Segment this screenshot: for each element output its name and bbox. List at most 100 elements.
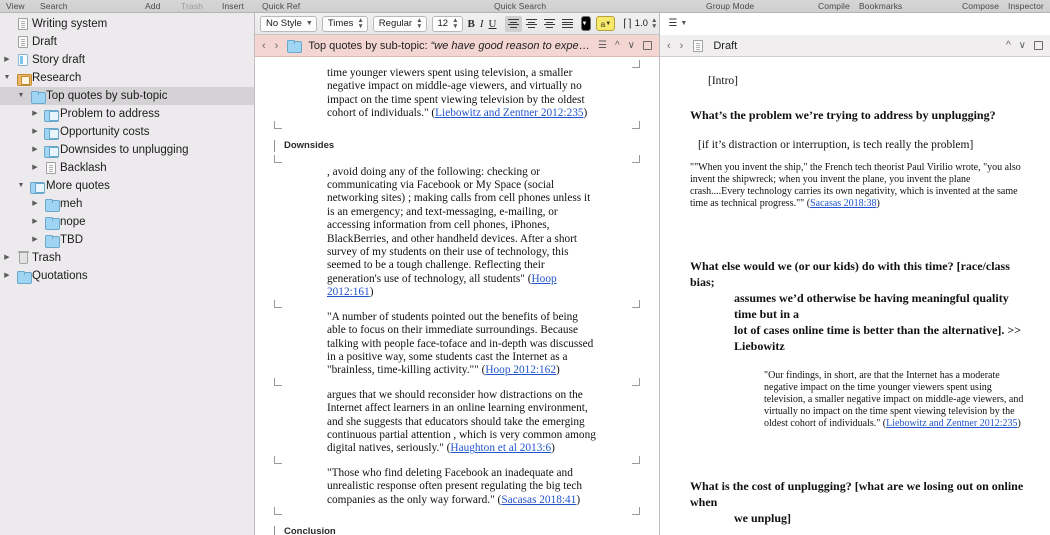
disclosure-collapsed-icon[interactable]: ▶ bbox=[28, 195, 42, 213]
toolbar-item-search[interactable]: Search bbox=[40, 0, 68, 13]
binder-item-tbd[interactable]: ▶ TBD bbox=[0, 231, 254, 249]
heading-what-else-l3: lot of cases online time is better than … bbox=[734, 323, 1022, 353]
disclosure-collapsed-icon[interactable]: ▶ bbox=[28, 159, 42, 177]
font-size-value: 12 bbox=[437, 18, 449, 29]
forward-icon[interactable]: › bbox=[275, 40, 279, 52]
toolbar-item-insert[interactable]: Insert bbox=[222, 0, 244, 13]
citation-link-sacasas-2018-38[interactable]: Sacasas 2018:38 bbox=[810, 198, 876, 209]
paragraph-style-value: No Style bbox=[266, 18, 302, 29]
quote-paragraph[interactable]: "Those who find deleting Facebook an ina… bbox=[269, 467, 645, 507]
disclosure-collapsed-icon: ▶ bbox=[0, 33, 14, 51]
binder-item-label: Opportunity costs bbox=[60, 126, 150, 138]
disclosure-collapsed-icon[interactable]: ▶ bbox=[28, 141, 42, 159]
chevron-down-icon[interactable]: ∨ bbox=[1019, 40, 1026, 51]
heading-cost-l2: we unplug] bbox=[734, 511, 792, 525]
citation-link[interactable]: Sacasas 2018:41 bbox=[501, 494, 576, 506]
underline-button[interactable]: U bbox=[489, 16, 497, 32]
disclosure-collapsed-icon[interactable]: ▶ bbox=[28, 213, 42, 231]
binder-item-more-quotes[interactable]: ▼ More quotes bbox=[0, 177, 254, 195]
quote-tail: ) bbox=[583, 107, 588, 120]
binder-item-writing-system[interactable]: ▶ Writing system bbox=[0, 15, 254, 33]
toolbar-item-trash: Trash bbox=[181, 0, 203, 11]
right-editor-canvas[interactable]: [Intro] What’s the problem we’re trying … bbox=[660, 57, 1050, 535]
toolbar-item-compile[interactable]: Compile bbox=[818, 0, 850, 13]
disclosure-collapsed-icon[interactable]: ▶ bbox=[0, 249, 14, 267]
quote-tail: ) bbox=[369, 286, 374, 299]
split-view-icon[interactable] bbox=[1034, 41, 1043, 50]
binder-item-quotations[interactable]: ▶ Quotations bbox=[0, 267, 254, 285]
italic-button[interactable]: I bbox=[480, 16, 484, 32]
font-family-dropdown[interactable]: Times ▲ ▼ bbox=[321, 15, 368, 32]
split-view-icon[interactable] bbox=[643, 41, 652, 50]
toolbar-item-group-mode[interactable]: Group Mode bbox=[706, 0, 754, 13]
align-center-button[interactable] bbox=[523, 16, 540, 32]
chevron-up-icon[interactable]: ^ bbox=[1006, 40, 1011, 51]
scrivening-separator bbox=[269, 299, 645, 311]
disclosure-collapsed-icon[interactable]: ▶ bbox=[0, 51, 14, 69]
toolbar-item-quick-search[interactable]: Quick Search bbox=[494, 0, 546, 13]
binder-item-backlash[interactable]: ▶ Backlash bbox=[0, 159, 254, 177]
quote-tail: ) bbox=[555, 364, 560, 377]
binder-item-story-draft[interactable]: ▶ Story draft bbox=[0, 51, 254, 69]
citation-link[interactable]: Liebowitz and Zentner 2012:235 bbox=[435, 107, 583, 119]
disclosure-collapsed-icon[interactable]: ▶ bbox=[28, 123, 42, 141]
binder-item-opportunity-costs[interactable]: ▶ Opportunity costs bbox=[0, 123, 254, 141]
binder-item-trash[interactable]: ▶ Trash bbox=[0, 249, 254, 267]
binder-item-top-quotes-by-sub-topic[interactable]: ▼ Top quotes by sub-topic bbox=[0, 87, 254, 105]
paragraph-style-dropdown[interactable]: No Style ▼ bbox=[260, 15, 317, 32]
citation-link[interactable]: Hoop 2012:162 bbox=[485, 364, 556, 376]
toolbar-item-bookmarks[interactable]: Bookmarks bbox=[859, 0, 902, 13]
toolbar-item-add[interactable]: Add bbox=[145, 0, 160, 13]
toolbar-item-compose[interactable]: Compose bbox=[962, 0, 999, 13]
disclosure-collapsed-icon[interactable]: ▶ bbox=[28, 105, 42, 123]
chevron-up-icon[interactable]: ^ bbox=[615, 40, 620, 51]
back-icon[interactable]: ‹ bbox=[667, 40, 671, 52]
binder-item-meh[interactable]: ▶ meh bbox=[0, 195, 254, 213]
left-nav-arrows[interactable]: ‹ › bbox=[262, 40, 278, 52]
back-icon[interactable]: ‹ bbox=[262, 40, 266, 52]
binder-item-research[interactable]: ▼ Research bbox=[0, 69, 254, 87]
disclosure-collapsed-icon[interactable]: ▶ bbox=[0, 267, 14, 285]
binder-item-draft[interactable]: ▶ Draft bbox=[0, 33, 254, 51]
disclosure-collapsed-icon[interactable]: ▶ bbox=[28, 231, 42, 249]
toolbar-item-inspector[interactable]: Inspector bbox=[1008, 0, 1044, 13]
scrivening-separator bbox=[269, 120, 645, 132]
quote-tail: ) bbox=[576, 493, 581, 506]
disclosure-expanded-icon[interactable]: ▼ bbox=[14, 177, 28, 195]
bold-button[interactable]: B bbox=[468, 16, 475, 32]
chevron-down-icon: ▼ bbox=[581, 20, 588, 27]
disclosure-expanded-icon[interactable]: ▼ bbox=[14, 87, 28, 105]
chevron-down-icon[interactable]: ∨ bbox=[628, 40, 635, 51]
left-editor-canvas[interactable]: time younger viewers spent using televis… bbox=[255, 57, 659, 535]
binder-item-label: Problem to address bbox=[60, 108, 160, 120]
binder-item-problem-to-address[interactable]: ▶ Problem to address bbox=[0, 105, 254, 123]
binder-sidebar[interactable]: ▶ Writing system ▶ Draft ▶ Story draft ▼ Resear… bbox=[0, 13, 255, 535]
disclosure-expanded-icon[interactable]: ▼ bbox=[0, 69, 14, 87]
header-bar-icon[interactable]: ☰ bbox=[598, 40, 607, 51]
binder-item-downsides-to-unplugging[interactable]: ▶ Downsides to unplugging bbox=[0, 141, 254, 159]
research-folder-icon bbox=[14, 73, 32, 86]
forward-icon[interactable]: › bbox=[680, 40, 684, 52]
window-body: ▶ Writing system ▶ Draft ▶ Story draft ▼ Resear… bbox=[0, 13, 1050, 535]
font-weight-dropdown[interactable]: Regular ▲ ▼ bbox=[372, 15, 427, 32]
quote-paragraph[interactable]: argues that we should reconsider how dis… bbox=[269, 389, 645, 456]
quote-paragraph[interactable]: "A number of students pointed out the be… bbox=[269, 311, 645, 378]
citation-link-liebowitz-zentner[interactable]: Liebowitz and Zentner 2012:235 bbox=[886, 418, 1017, 429]
binder-item-nope[interactable]: ▶ nope bbox=[0, 213, 254, 231]
align-justify-button[interactable] bbox=[559, 16, 576, 32]
toolbar-item-view[interactable]: View bbox=[6, 0, 25, 13]
binder-item-label: TBD bbox=[60, 234, 83, 246]
font-size-dropdown[interactable]: 12 ▲ ▼ bbox=[431, 15, 463, 32]
align-left-button[interactable] bbox=[504, 15, 522, 32]
highlight-color-swatch[interactable]: a ▼ bbox=[596, 16, 616, 31]
quote-paragraph[interactable]: , avoid doing any of the following: chec… bbox=[269, 166, 645, 300]
toolbar-item-quick-ref[interactable]: Quick Ref bbox=[262, 0, 300, 13]
text-color-swatch[interactable]: ▼ bbox=[580, 16, 592, 31]
chevron-down-icon: ▼ bbox=[305, 20, 313, 27]
quote-paragraph[interactable]: time younger viewers spent using televis… bbox=[269, 67, 645, 121]
right-nav-arrows[interactable]: ‹ › bbox=[667, 40, 683, 52]
line-spacing-control[interactable]: ⌈⌉ 1.0 ▲ ▼ bbox=[623, 17, 657, 30]
align-right-button[interactable] bbox=[541, 16, 558, 32]
citation-link[interactable]: Haughton et al 2013:6 bbox=[450, 442, 551, 454]
document-icon bbox=[689, 39, 707, 52]
